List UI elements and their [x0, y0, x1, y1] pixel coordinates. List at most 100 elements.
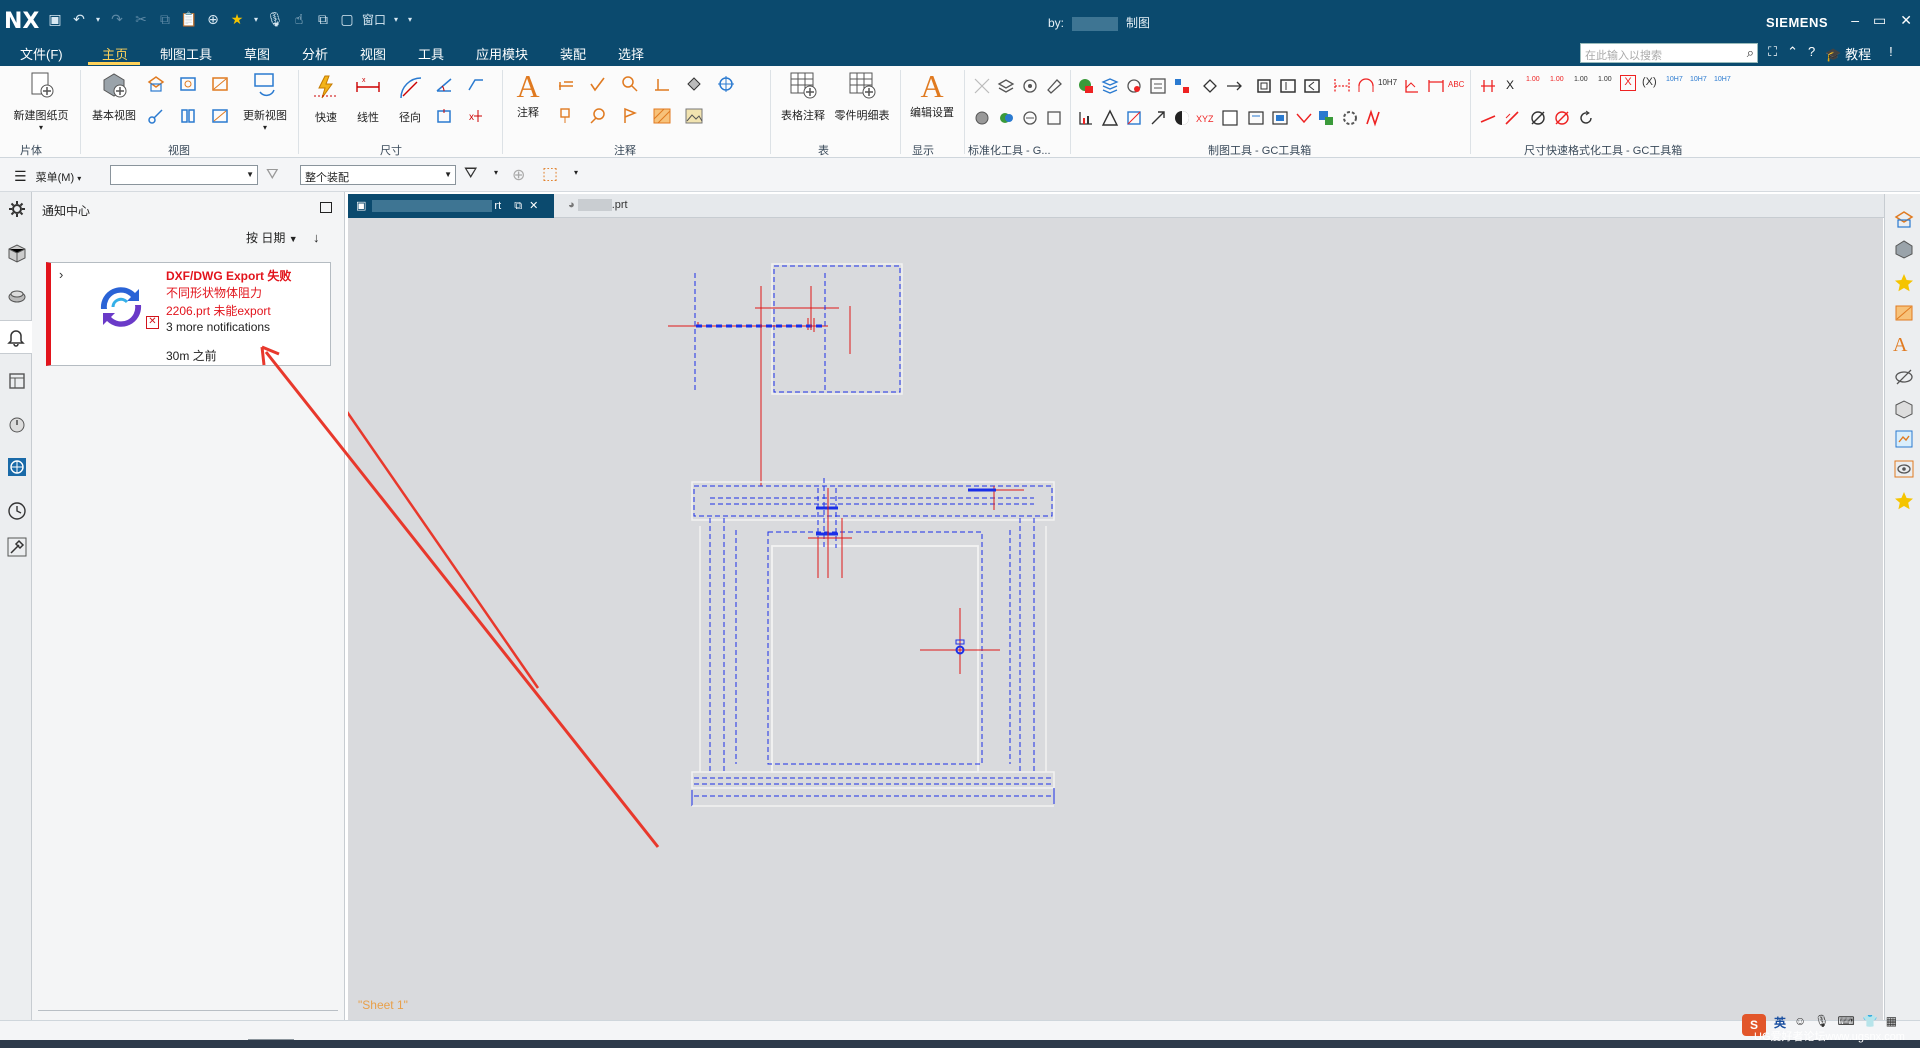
- command-search-input[interactable]: 在此输入以搜索 ⌕: [1580, 43, 1758, 63]
- tab-analysis[interactable]: 分析: [302, 44, 328, 63]
- gc-tool-11-icon[interactable]: [1332, 76, 1352, 96]
- notification-bell-tab[interactable]: [0, 320, 32, 354]
- show-icon[interactable]: [1893, 458, 1915, 480]
- thickness-dimension-icon[interactable]: [434, 106, 454, 126]
- tab-tools[interactable]: 工具: [418, 44, 444, 63]
- type-filter-dropdown[interactable]: ▼: [110, 165, 258, 185]
- center-mark-icon[interactable]: [716, 74, 736, 94]
- gc-tolerance-label[interactable]: 10H7: [1378, 78, 1397, 87]
- maximize-panel-button[interactable]: [320, 202, 332, 213]
- paste-icon[interactable]: 📋: [180, 10, 198, 28]
- linear-dimension-button[interactable]: x 线性: [348, 72, 388, 125]
- graphics-window[interactable]: "Sheet 1": [348, 218, 1883, 1020]
- clock-history-icon[interactable]: [6, 500, 28, 522]
- view-border-icon[interactable]: [210, 106, 230, 126]
- dropdown-icon[interactable]: ▾: [94, 10, 102, 28]
- tab-view[interactable]: 视图: [360, 44, 386, 63]
- gc-tool-20-icon[interactable]: [1220, 108, 1240, 128]
- customize-icon[interactable]: ▾: [406, 10, 414, 28]
- gc-tool-22-icon[interactable]: [1270, 108, 1290, 128]
- qf-tool-2-icon[interactable]: [1478, 108, 1498, 128]
- part-navigator-icon[interactable]: [6, 242, 28, 264]
- gc-tool-24-icon[interactable]: [1316, 108, 1336, 128]
- std-tool-2-icon[interactable]: [996, 76, 1016, 96]
- undock-icon[interactable]: ⧉: [514, 200, 522, 212]
- base-view-button[interactable]: 基本视图: [88, 70, 140, 123]
- balloon-icon[interactable]: [556, 106, 576, 126]
- drawing-navigator-icon[interactable]: [6, 284, 28, 306]
- weld-symbol-icon[interactable]: [652, 74, 672, 94]
- section-view-icon[interactable]: [1893, 302, 1915, 324]
- qf-100-a[interactable]: 1.00: [1526, 76, 1540, 84]
- switch-window-icon[interactable]: ⧉: [314, 10, 332, 28]
- close-button[interactable]: ✕: [1900, 12, 1912, 29]
- std-tool-1-icon[interactable]: [972, 76, 992, 96]
- favorite-star-icon[interactable]: ★: [228, 10, 246, 28]
- symbol-flag-icon[interactable]: [620, 106, 640, 126]
- edit-settings-button[interactable]: A 编辑设置: [904, 68, 960, 120]
- fullscreen-icon[interactable]: ⛶: [1768, 44, 1777, 63]
- qf-x-button[interactable]: X: [1506, 78, 1514, 92]
- chamfer-dimension-icon[interactable]: [466, 74, 486, 94]
- collapse-ribbon-icon[interactable]: ⌃: [1787, 44, 1798, 63]
- surface-finish-icon[interactable]: [588, 74, 608, 94]
- std-tool-7-icon[interactable]: [1020, 108, 1040, 128]
- microphone-icon[interactable]: 🎙: [266, 10, 284, 28]
- gc-xyz-label[interactable]: XYZ: [1196, 114, 1214, 124]
- gc-tool-17-icon[interactable]: [1124, 108, 1144, 128]
- gc-tool-25-icon[interactable]: [1340, 108, 1360, 128]
- more-notifications-link[interactable]: 3 more notifications: [166, 320, 270, 334]
- qf-paren-x-button[interactable]: (X): [1642, 76, 1657, 88]
- sort-by-date-dropdown[interactable]: 按 日期 ▼ ↓: [246, 229, 319, 246]
- history-icon[interactable]: [6, 414, 28, 436]
- qf-100-c[interactable]: 1.00: [1574, 76, 1588, 84]
- qf-diameter-icon[interactable]: [1528, 108, 1548, 128]
- tab-application[interactable]: 应用模块: [476, 44, 528, 63]
- dropdown-icon[interactable]: ▾: [252, 10, 260, 28]
- table-note-button[interactable]: 表格注释: [778, 70, 828, 123]
- alert-icon[interactable]: !: [1889, 44, 1893, 63]
- help-icon[interactable]: ?: [1808, 44, 1815, 63]
- note-icon[interactable]: A: [1893, 334, 1915, 356]
- general-filter-icon[interactable]: ⛛: [464, 165, 477, 183]
- gc-tool-12-icon[interactable]: [1356, 76, 1376, 96]
- qf-h7-c[interactable]: 10H7: [1714, 76, 1731, 83]
- roles-icon[interactable]: [1893, 428, 1915, 450]
- angular-dimension-icon[interactable]: [434, 74, 454, 94]
- tab-selection[interactable]: 选择: [618, 44, 644, 63]
- qf-tool-1-icon[interactable]: [1478, 76, 1498, 96]
- gc-tool-14-icon[interactable]: [1426, 76, 1446, 96]
- chevron-down-icon[interactable]: ▾: [574, 168, 578, 177]
- std-tool-6-icon[interactable]: [996, 108, 1016, 128]
- tab-assembly[interactable]: 装配: [560, 44, 586, 63]
- gc-tool-21-icon[interactable]: [1246, 108, 1266, 128]
- redo-icon[interactable]: ↷: [108, 10, 126, 28]
- gc-tool-7-icon[interactable]: [1224, 76, 1244, 96]
- tab-file[interactable]: 文件(F): [20, 44, 63, 63]
- tab-model-part[interactable]: ◕ .prt: [560, 194, 636, 218]
- drawing-sheet-view[interactable]: [348, 218, 1883, 1020]
- broken-out-icon[interactable]: [178, 106, 198, 126]
- qf-diameter-red-icon[interactable]: [1552, 108, 1572, 128]
- window-menu[interactable]: 窗口: [362, 10, 386, 28]
- minimize-button[interactable]: –: [1851, 12, 1859, 29]
- ordinate-dimension-icon[interactable]: x: [466, 106, 486, 126]
- break-view-icon[interactable]: [146, 106, 166, 126]
- tab-active-drawing[interactable]: ▣ rt ⧉ ✕: [348, 194, 554, 218]
- gc-tool-23-icon[interactable]: [1294, 108, 1314, 128]
- gc-tool-6-icon[interactable]: [1200, 76, 1220, 96]
- gc-tool-2-icon[interactable]: [1100, 76, 1120, 96]
- chevron-down-icon[interactable]: ▾: [494, 168, 498, 177]
- gc-tool-4-icon[interactable]: [1148, 76, 1168, 96]
- qf-rotate-icon[interactable]: [1576, 108, 1596, 128]
- gc-tool-13-icon[interactable]: [1402, 76, 1422, 96]
- touch-mode-icon[interactable]: ☝: [290, 10, 308, 28]
- tab-drafting-tools[interactable]: 制图工具: [160, 44, 212, 63]
- tools-icon[interactable]: [6, 536, 28, 558]
- qf-h7-a[interactable]: 10H7: [1666, 76, 1683, 83]
- tab-sketch[interactable]: 草图: [244, 44, 270, 63]
- search-icon[interactable]: ⌕: [1747, 45, 1754, 61]
- dropdown-icon[interactable]: ▾: [392, 10, 400, 28]
- projected-view-icon[interactable]: [146, 74, 166, 94]
- hatch-icon[interactable]: [652, 106, 672, 126]
